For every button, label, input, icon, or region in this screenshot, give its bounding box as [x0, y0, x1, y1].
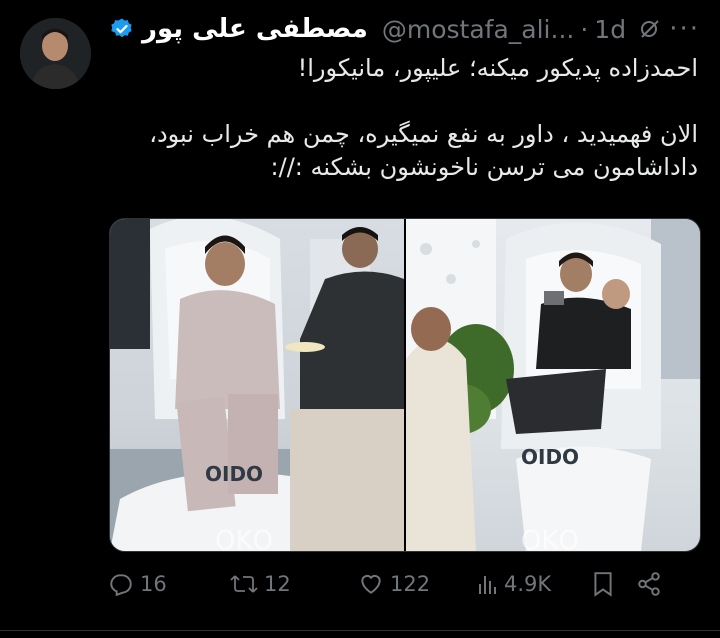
bookmark-icon	[594, 572, 612, 597]
reply-button[interactable]: 16	[108, 571, 230, 597]
dot-separator: ·	[580, 14, 589, 44]
more-icon[interactable]: ···	[669, 14, 700, 44]
views-icon	[479, 576, 496, 594]
photo-right[interactable]: OIDO ΟΚΟ	[406, 219, 700, 551]
tweet-line-3: داداشامون می ترسن ناخونشون بشکنه ://:	[270, 153, 698, 181]
like-button[interactable]: 122	[358, 571, 476, 597]
photo-left[interactable]: OIDO ΟΚΟ	[110, 219, 404, 551]
watermark-right: ΟΚΟ	[521, 526, 579, 551]
like-icon	[361, 574, 381, 594]
tweet-line-1: احمدزاده پدیکور میکنه؛ علیپور، مانیکورا!	[297, 54, 698, 82]
tweet-header: مصطفی علی پور @mostafa_ali... · 1d	[110, 12, 702, 46]
retweet-icon	[230, 575, 258, 593]
tweet-text: احمدزاده پدیکور میکنه؛ علیپور، مانیکورا!…	[118, 52, 698, 184]
author-name[interactable]: مصطفی علی پور	[142, 14, 368, 44]
like-count: 122	[390, 572, 431, 596]
handle[interactable]: @mostafa_ali...	[382, 15, 574, 44]
verified-badge-icon	[111, 18, 132, 38]
handle-and-time: @mostafa_ali... · 1d	[382, 15, 662, 44]
logo-left: OIDO	[205, 462, 263, 486]
share-icon	[638, 572, 660, 596]
bookmark-button[interactable]	[592, 571, 636, 597]
reply-icon	[110, 574, 132, 597]
logo-right: OIDO	[521, 445, 579, 469]
retweet-button[interactable]: 12	[230, 571, 358, 597]
reply-count: 16	[140, 572, 167, 596]
views-button[interactable]: 4.9K	[476, 572, 592, 596]
avatar[interactable]	[20, 18, 91, 89]
watermark-left: ΟΚΟ	[215, 526, 273, 551]
timestamp[interactable]: 1d	[594, 15, 626, 44]
action-bar: 16 12 122 4.9K	[108, 566, 698, 602]
tweet-line-2: الان فهمیدید ، داور به نفع نمیگیره، چمن …	[149, 120, 698, 148]
grok-icon[interactable]	[638, 17, 662, 41]
retweet-count: 12	[264, 572, 291, 596]
media-grid: OIDO ΟΚΟ OIDO ΟΚΟ	[109, 218, 701, 552]
share-button[interactable]	[636, 571, 676, 597]
divider	[0, 630, 720, 631]
views-count: 4.9K	[504, 572, 552, 596]
